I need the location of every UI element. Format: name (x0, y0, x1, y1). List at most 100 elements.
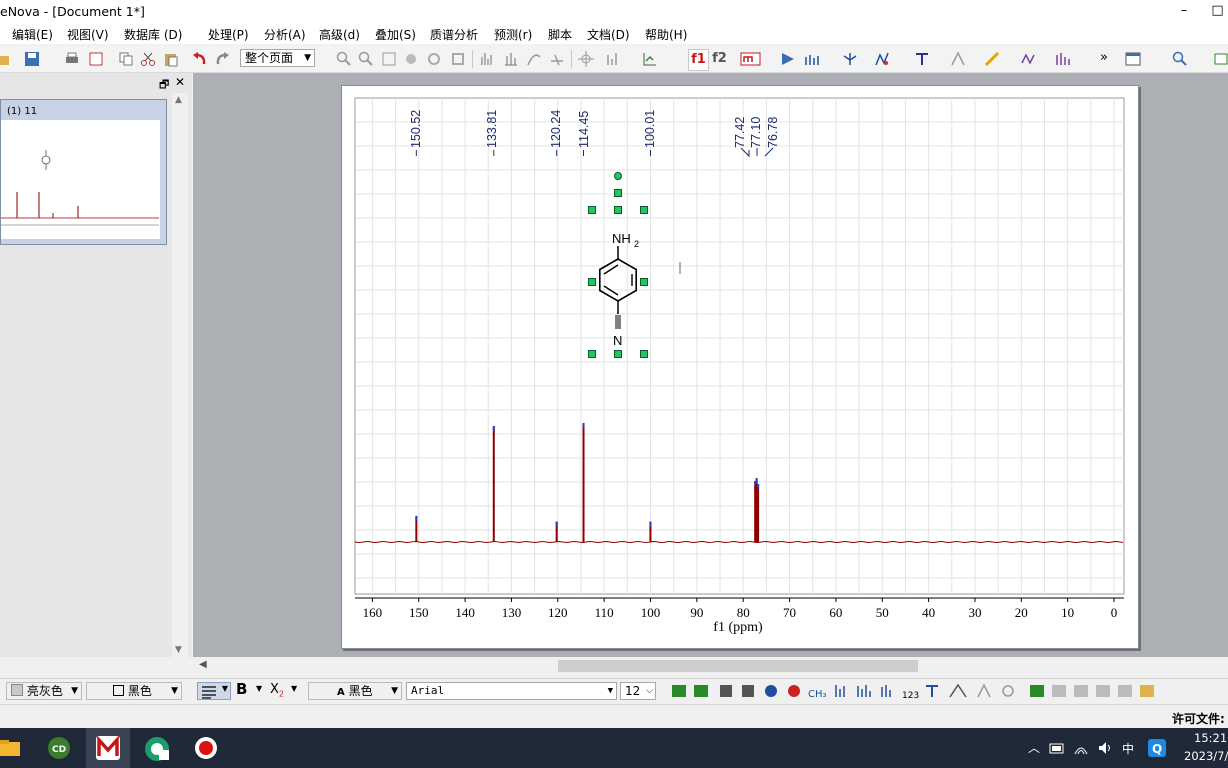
copy-icon[interactable] (118, 51, 134, 67)
bold-button[interactable]: B (236, 680, 247, 698)
zoom-in-icon[interactable] (336, 51, 352, 67)
cut-icon[interactable] (140, 51, 156, 67)
scroll-thumb[interactable] (558, 660, 918, 672)
ime-indicator[interactable]: 中 (1122, 740, 1134, 757)
horizontal-scrollbar[interactable]: ◀ (193, 657, 1228, 675)
print-preview-icon[interactable] (88, 51, 104, 67)
bold-dropdown-icon[interactable]: ▼ (256, 684, 262, 693)
svg-text:CH₃: CH₃ (808, 689, 827, 699)
fill-color-select[interactable]: 亮灰色 ▼ (6, 682, 82, 700)
x-axis-tick-label: 10 (1061, 605, 1074, 620)
menu-advanced[interactable]: 高级(d) (319, 26, 360, 43)
float-panel-icon[interactable]: 🗗 (159, 76, 169, 95)
zoom-out-icon[interactable] (358, 51, 374, 67)
fit-view-icon[interactable] (642, 51, 658, 67)
record-icon[interactable] (194, 736, 218, 760)
text-tool-icon[interactable] (914, 51, 930, 67)
panel-scrollbar[interactable]: ▲ ▼ (172, 93, 188, 657)
clock-time[interactable]: 15:21 (1194, 731, 1227, 745)
line-color-select[interactable]: 黑色 ▼ (86, 682, 182, 700)
font-size-select[interactable]: 12 ⌵ (620, 682, 656, 700)
selection-handle (588, 206, 596, 214)
menu-document[interactable]: 文档(D) (587, 26, 630, 43)
menu-analysis[interactable]: 分析(A) (264, 26, 306, 43)
file-explorer-icon[interactable] (0, 738, 22, 758)
baseline-icon[interactable] (549, 51, 565, 67)
save-icon[interactable] (24, 51, 40, 67)
wifi-icon[interactable] (1073, 740, 1089, 756)
close-panel-icon[interactable]: ✕ (175, 75, 185, 89)
f2-button[interactable]: f2 (710, 49, 729, 69)
drawing-tools-group[interactable]: CH₃ 123 (670, 683, 970, 699)
line-swatch-icon (113, 685, 124, 696)
window-layout-icon[interactable] (1125, 51, 1141, 67)
menu-stack[interactable]: 叠加(S) (375, 26, 416, 43)
menu-help[interactable]: 帮助(H) (645, 26, 687, 43)
menu-process[interactable]: 处理(P) (208, 26, 249, 43)
search-icon[interactable] (1172, 51, 1188, 67)
menu-view[interactable]: 视图(V) (67, 26, 109, 43)
menu-script[interactable]: 脚本 (548, 26, 572, 43)
nmr-spectrum[interactable]: 160 150 140 130 120 110 100 90 80 70 60 50 40 30 20 10 0… (342, 86, 1138, 648)
document-page[interactable]: 160 150 140 130 120 110 100 90 80 70 60 50 40 30 20 10 0… (341, 85, 1139, 649)
x-axis-tick-label: 30 (968, 605, 981, 620)
font-color-select[interactable]: A 黑色 ▼ (308, 682, 402, 700)
peak-pick-icon[interactable] (480, 51, 496, 67)
browser-icon[interactable] (144, 736, 170, 762)
layout-tools-group[interactable] (976, 683, 1161, 699)
volume-icon[interactable] (1097, 740, 1113, 756)
multiplet-report-icon[interactable] (740, 51, 762, 67)
minimize-button[interactable]: – (1161, 0, 1207, 22)
chemdraw-icon[interactable]: CD (47, 736, 71, 760)
subscript-button[interactable]: X2 (270, 682, 284, 699)
print-icon[interactable] (64, 51, 80, 67)
signal-icon[interactable] (950, 51, 966, 67)
structure-assign-icon[interactable] (804, 51, 820, 67)
rotate-icon[interactable] (426, 51, 442, 67)
menu-edit[interactable]: 编辑(E) (12, 26, 53, 43)
reset-icon[interactable] (450, 51, 466, 67)
window-title: eNova - [Document 1*] (0, 4, 145, 19)
peak-label: 120.24 (549, 110, 563, 148)
multiplet-icon[interactable] (503, 51, 519, 67)
scroll-left-icon[interactable]: ◀ (199, 659, 207, 670)
redo-icon[interactable] (214, 51, 230, 67)
toolbar-more[interactable]: » (1100, 50, 1108, 65)
report-icon[interactable] (1055, 51, 1071, 67)
shift-icon[interactable] (842, 51, 858, 67)
menu-database[interactable]: 数据库 (D) (124, 26, 182, 43)
fit-icon[interactable] (381, 51, 397, 67)
f1-button[interactable]: f1 (688, 49, 709, 71)
show-hidden-icons-icon[interactable]: ︿ (1028, 739, 1040, 756)
integral-icon[interactable] (526, 51, 542, 67)
align-button[interactable]: ▼ (197, 682, 231, 700)
font-family-select[interactable]: Arial ▼ (406, 682, 617, 700)
clock-date[interactable]: 2023/7/ (1184, 749, 1228, 763)
plot-frame (354, 97, 1125, 595)
mestrenova-task-button[interactable] (86, 728, 130, 768)
phase-icon[interactable] (606, 51, 622, 67)
menu-predict[interactable]: 预测(r) (494, 26, 532, 43)
arrow-icon[interactable] (780, 51, 796, 67)
maximize-button[interactable]: □ (1207, 0, 1228, 22)
subscript-label: X (270, 682, 279, 697)
battery-icon[interactable] (1049, 741, 1065, 755)
align-left-icon (202, 686, 216, 699)
coupling-icon[interactable] (874, 51, 890, 67)
crosshair-icon[interactable] (578, 51, 594, 67)
pan-icon[interactable] (403, 51, 419, 67)
subscript-dropdown-icon[interactable]: ▼ (291, 684, 297, 693)
paste-icon[interactable] (163, 51, 179, 67)
peak-label: 76.78 (766, 117, 780, 148)
qq-icon[interactable]: Q (1148, 739, 1166, 757)
undo-icon[interactable] (192, 51, 208, 67)
open-icon[interactable] (0, 51, 16, 67)
overflow-icon[interactable] (1213, 51, 1228, 67)
draw-icon[interactable] (984, 51, 1000, 67)
molecule-icon[interactable] (1020, 51, 1036, 67)
menu-mass-spec[interactable]: 质谱分析 (430, 26, 478, 43)
x-axis-tick-label: 40 (922, 605, 935, 620)
page-thumbnail[interactable]: (1) 11 (0, 99, 167, 245)
page-zoom-select[interactable]: 整个页面 ▼ (240, 49, 315, 67)
x-axis-tick-label: 150 (409, 605, 429, 620)
